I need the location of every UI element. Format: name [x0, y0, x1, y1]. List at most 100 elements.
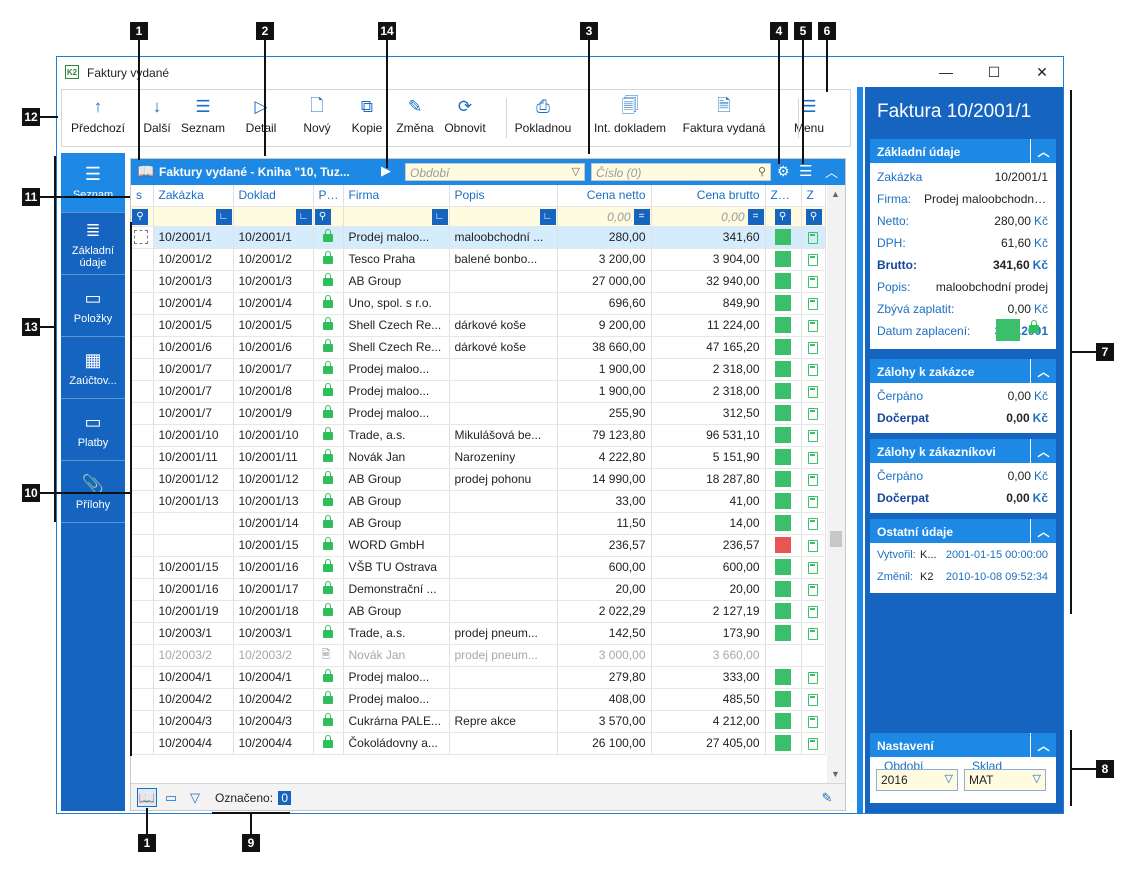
table-row[interactable]: 10/2001/3 10/2001/3 AB Group 27 000,00 32 94…	[131, 270, 826, 293]
collapse-chevron-icon[interactable]: ︿	[1030, 359, 1056, 383]
table-row[interactable]: 10/2001/5 10/2001/5 Shell Czech Re... dárko…	[131, 314, 826, 337]
row-select-cell[interactable]	[131, 468, 154, 491]
row-select-cell[interactable]	[131, 336, 154, 359]
row-select-cell[interactable]	[131, 666, 154, 689]
table-row[interactable]: 10/2003/1 10/2003/1 Trade, a.s. prodej pneu…	[131, 622, 826, 645]
row-select-cell[interactable]	[131, 534, 154, 557]
table-row[interactable]: 10/2004/2 10/2004/2 Prodej maloo... 408,00 4…	[131, 688, 826, 711]
row-select-cell[interactable]	[131, 732, 154, 755]
prev-button[interactable]: ↑ Předchozí	[66, 96, 130, 142]
collapse-chevron-icon[interactable]: ︿	[1030, 139, 1056, 163]
col-header-s[interactable]: s	[131, 185, 154, 207]
invoice-button[interactable]: 🗎 Faktura vydaná	[674, 96, 774, 142]
row-select-cell[interactable]	[131, 644, 154, 667]
book-icon[interactable]: 📖	[137, 163, 154, 180]
row-select-cell[interactable]	[131, 292, 154, 315]
collapse-chevron-icon[interactable]: ︿	[1030, 519, 1056, 543]
filter-mode-icon[interactable]: ∟	[215, 208, 232, 225]
filter-cell-popis[interactable]: ∟	[449, 206, 558, 227]
other-info-header[interactable]: Ostatní údaje ︿	[870, 519, 1056, 543]
equals-icon[interactable]: =	[747, 208, 764, 225]
order-advances-header[interactable]: Zálohy k zakázce ︿	[870, 359, 1056, 383]
row-select-cell[interactable]	[131, 226, 154, 249]
table-row[interactable]: 10/2001/14 AB Group 11,50 14,00	[131, 512, 826, 535]
intdoc-button[interactable]: 🗐 Int. dokladem	[588, 96, 672, 142]
col-header-zakazka[interactable]: Zakázka	[153, 185, 234, 207]
archive-box-icon[interactable]: ▭	[161, 788, 181, 807]
row-select-cell[interactable]	[131, 512, 154, 535]
filter-cell-firma[interactable]: ∟	[343, 206, 450, 227]
row-select-cell[interactable]	[131, 402, 154, 425]
equals-icon[interactable]: =	[633, 208, 650, 225]
customer-advances-header[interactable]: Zálohy k zákazníkovi ︿	[870, 439, 1056, 463]
table-row[interactable]: 10/2001/7 10/2001/8 Prodej maloo... 1 900,0…	[131, 380, 826, 403]
scroll-up-arrow-icon[interactable]: ▲	[831, 189, 840, 199]
col-header-ps[interactable]: P/S	[313, 185, 344, 207]
nav-item-4[interactable]: ▭ Platby	[61, 401, 125, 461]
row-select-cell[interactable]	[131, 358, 154, 381]
filter-cell-doklad[interactable]: ∟	[233, 206, 314, 227]
filter-funnel-icon[interactable]: ▽	[185, 788, 205, 807]
nav-item-3[interactable]: ▦ Zaúčtov...	[61, 339, 125, 399]
table-row[interactable]: 10/2001/12 10/2001/12 AB Group prodej pohon…	[131, 468, 826, 491]
col-header-z[interactable]: Z	[801, 185, 826, 207]
table-row[interactable]: 10/2004/3 10/2004/3 Cukrárna PALE... Repre …	[131, 710, 826, 733]
col-header-zapl[interactable]: Zapl.	[765, 185, 802, 207]
table-row[interactable]: 10/2001/7 10/2001/7 Prodej maloo... 1 900,0…	[131, 358, 826, 381]
row-select-cell[interactable]	[131, 688, 154, 711]
table-row[interactable]: 10/2001/10 10/2001/10 Trade, a.s. Mikulášov…	[131, 424, 826, 447]
filter-cell-brutto[interactable]: 0,00 =	[651, 206, 766, 227]
table-row[interactable]: 10/2001/15 WORD GmbH 236,57 236,57	[131, 534, 826, 557]
nav-item-0[interactable]: ☰ Seznam	[61, 153, 125, 213]
refresh-button[interactable]: ⟳ Obnovit	[442, 96, 488, 142]
table-row[interactable]: 10/2001/13 10/2001/13 AB Group 33,00 41,00	[131, 490, 826, 513]
row-select-cell[interactable]	[131, 424, 154, 447]
scroll-down-arrow-icon[interactable]: ▼	[831, 769, 840, 779]
number-filter-input[interactable]: Číslo (0) ⚲	[591, 163, 771, 181]
filter-cell-zakazka[interactable]: ∟	[153, 206, 234, 227]
col-header-popis[interactable]: Popis	[449, 185, 558, 207]
table-row[interactable]: 10/2004/4 10/2004/4 Čokoládovny a... 26 100…	[131, 732, 826, 755]
copy-button[interactable]: ⧉ Kopie	[344, 96, 390, 142]
table-row[interactable]: 10/2001/4 10/2001/4 Uno, spol. s r.o. 696,6…	[131, 292, 826, 315]
table-row[interactable]: 10/2001/1 10/2001/1 Prodej maloo... maloobc…	[131, 226, 826, 249]
filter-mode-icon[interactable]: ∟	[431, 208, 448, 225]
col-header-doklad[interactable]: Doklad	[233, 185, 314, 207]
period-filter-input[interactable]: Období ▽	[405, 163, 585, 181]
basic-info-header[interactable]: Základní údaje ︿	[870, 139, 1056, 163]
row-select-cell[interactable]	[131, 270, 154, 293]
row-select-cell[interactable]	[131, 380, 154, 403]
settings-gear-icon[interactable]: ⚙	[777, 163, 790, 180]
row-select-cell[interactable]	[131, 622, 154, 645]
period-select[interactable]: 2016 ▽	[876, 769, 958, 791]
cash-button[interactable]: ⎙ Pokladnou	[510, 96, 576, 142]
dropdown-arrow-icon[interactable]: ▽	[1033, 772, 1041, 785]
table-row[interactable]: 10/2001/19 10/2001/18 AB Group 2 022,29 2 12…	[131, 600, 826, 623]
search-icon[interactable]: ⚲	[758, 165, 766, 178]
col-header-cena-brutto[interactable]: Cena brutto	[651, 185, 766, 207]
menu-button[interactable]: ☰ Menu	[786, 96, 832, 142]
book-view-icon[interactable]: 📖	[137, 788, 157, 807]
focus-marker[interactable]	[134, 230, 148, 245]
col-header-firma[interactable]: Firma	[343, 185, 450, 207]
dropdown-arrow-icon[interactable]: ▽	[945, 772, 953, 785]
search-icon[interactable]: ⚲	[805, 208, 822, 225]
minimize-button[interactable]: —	[931, 61, 961, 83]
table-row[interactable]: 10/2004/1 10/2004/1 Prodej maloo... 279,80 3…	[131, 666, 826, 689]
filter-cell-netto[interactable]: 0,00 =	[557, 206, 652, 227]
search-icon[interactable]: ⚲	[774, 208, 791, 225]
row-select-cell[interactable]	[131, 446, 154, 469]
nav-item-1[interactable]: ≣ Základní údaje	[61, 215, 125, 275]
filter-mode-icon[interactable]: ∟	[539, 208, 556, 225]
table-row[interactable]: 10/2001/11 10/2001/11 Novák Jan Narozeniny 4…	[131, 446, 826, 469]
collapse-chevron-icon[interactable]: ︿	[825, 162, 838, 181]
close-button[interactable]: ✕	[1027, 61, 1057, 83]
row-select-cell[interactable]	[131, 314, 154, 337]
search-icon[interactable]: ⚲	[132, 208, 148, 225]
store-select[interactable]: MAT ▽	[964, 769, 1046, 791]
table-row[interactable]: 10/2001/16 10/2001/17 Demonstrační ... 20,0…	[131, 578, 826, 601]
settings-header[interactable]: Nastavení ︿	[870, 733, 1056, 757]
nav-item-2[interactable]: ▭ Položky	[61, 277, 125, 337]
vertical-scrollbar[interactable]: ▲ ▼	[827, 185, 845, 783]
row-select-cell[interactable]	[131, 600, 154, 623]
